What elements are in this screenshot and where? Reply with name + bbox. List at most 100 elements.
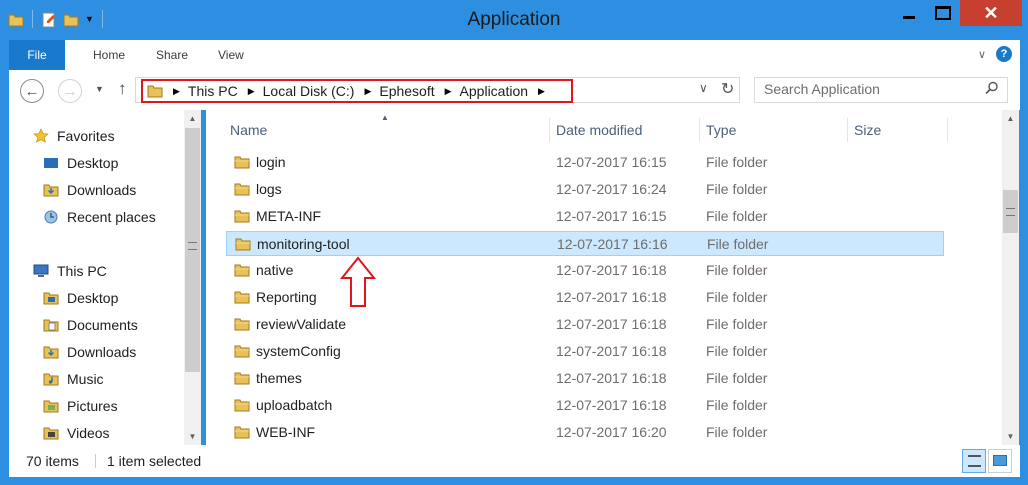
nav-pc-downloads[interactable]: Downloads — [43, 340, 136, 364]
folder-icon — [234, 208, 250, 224]
tab-view[interactable]: View — [218, 48, 244, 62]
refresh-icon[interactable]: ↻ — [721, 79, 734, 99]
item-count: 70 items — [26, 453, 79, 469]
address-dropdown-icon[interactable]: ∨ — [699, 81, 708, 95]
table-row[interactable]: uploadbatch 12-07-2017 16:18 File folder — [226, 393, 944, 418]
column-header-name[interactable]: Name — [224, 118, 550, 142]
file-type: File folder — [707, 236, 769, 252]
file-type: File folder — [706, 397, 768, 413]
star-icon — [33, 128, 49, 144]
explorer-window: ▼ Application ✕ File Home Share View ∨ ?… — [0, 0, 1028, 485]
nav-item-label: Recent places — [67, 209, 156, 225]
nav-item-label: Desktop — [67, 290, 119, 306]
forward-arrow-icon: → — [62, 82, 78, 100]
column-header-size[interactable]: Size — [848, 118, 948, 142]
nav-pc-desktop[interactable]: Desktop — [43, 286, 118, 310]
recent-places-icon — [43, 209, 59, 225]
expand-ribbon-icon[interactable]: ∨ — [978, 48, 986, 61]
forward-button[interactable]: → — [58, 79, 82, 103]
minimize-button[interactable] — [892, 0, 926, 26]
scrollbar-thumb[interactable] — [1003, 190, 1018, 233]
file-name: WEB-INF — [256, 424, 316, 440]
nav-pane-scrollbar[interactable]: ▲ ▼ — [184, 110, 201, 445]
desktop-folder-icon — [43, 290, 59, 306]
breadcrumb: ▶ This PC ▶ Local Disk (C:) ▶ Ephesoft ▶… — [141, 79, 573, 103]
scrollbar-thumb[interactable] — [185, 128, 200, 372]
folder-icon — [235, 236, 251, 252]
file-name: login — [256, 154, 286, 170]
back-button[interactable]: ← — [20, 79, 44, 103]
file-list-scrollbar[interactable]: ▲ ▼ — [1002, 110, 1019, 445]
breadcrumb-separator-icon[interactable]: ▶ — [173, 86, 180, 97]
table-row[interactable]: login 12-07-2017 16:15 File folder — [226, 150, 944, 175]
nav-favorites-desktop[interactable]: Desktop — [43, 151, 118, 175]
table-row[interactable]: META-INF 12-07-2017 16:15 File folder — [226, 204, 944, 229]
close-button[interactable]: ✕ — [960, 0, 1022, 26]
scroll-down-icon[interactable]: ▼ — [1002, 428, 1019, 445]
file-date: 12-07-2017 16:18 — [556, 262, 667, 278]
minimize-icon — [903, 15, 915, 19]
folder-icon — [234, 343, 250, 359]
search-input[interactable]: Search Application — [754, 77, 1008, 103]
breadcrumb-ephesoft[interactable]: Ephesoft — [379, 83, 434, 99]
title-bar: ▼ Application ✕ — [0, 0, 1028, 40]
column-header-date[interactable]: Date modified — [550, 118, 700, 142]
table-row[interactable]: native 12-07-2017 16:18 File folder — [226, 258, 944, 283]
scroll-down-icon[interactable]: ▼ — [184, 428, 201, 445]
file-type: File folder — [706, 316, 768, 332]
nav-favorites-label: Favorites — [57, 128, 115, 144]
status-divider — [95, 454, 96, 468]
table-row[interactable]: Reporting 12-07-2017 16:18 File folder — [226, 285, 944, 310]
table-row[interactable]: logs 12-07-2017 16:24 File folder — [226, 177, 944, 202]
maximize-button[interactable] — [926, 0, 960, 26]
folder-icon — [234, 289, 250, 305]
breadcrumb-this-pc[interactable]: This PC — [188, 83, 238, 99]
breadcrumb-separator-icon[interactable]: ▶ — [538, 86, 545, 97]
search-icon — [985, 81, 999, 98]
nav-pc-videos[interactable]: Videos — [43, 421, 110, 445]
file-date: 12-07-2017 16:18 — [556, 343, 667, 359]
large-icons-view-button[interactable] — [988, 449, 1012, 473]
table-row[interactable]: systemConfig 12-07-2017 16:18 File folder — [226, 339, 944, 364]
nav-this-pc[interactable]: This PC — [33, 259, 107, 283]
folder-icon — [234, 370, 250, 386]
annotation-arrow — [340, 256, 376, 307]
nav-favorites-downloads[interactable]: Downloads — [43, 178, 136, 202]
tab-home[interactable]: Home — [93, 48, 125, 62]
breadcrumb-separator-icon[interactable]: ▶ — [248, 86, 255, 97]
file-date: 12-07-2017 16:18 — [556, 289, 667, 305]
address-row: ← → ▼ ↑ ∨ ↻ ▶ This PC ▶ Local Disk (C:) … — [9, 70, 1020, 110]
column-header-type[interactable]: Type — [700, 118, 848, 142]
help-icon[interactable]: ? — [996, 46, 1012, 62]
nav-favorites-recent[interactable]: Recent places — [43, 205, 156, 229]
up-arrow-icon[interactable]: ↑ — [118, 79, 127, 99]
file-date: 12-07-2017 16:18 — [556, 397, 667, 413]
folder-icon — [234, 316, 250, 332]
file-type: File folder — [706, 262, 768, 278]
computer-icon — [33, 263, 49, 279]
breadcrumb-application[interactable]: Application — [460, 83, 529, 99]
details-view-button[interactable] — [962, 449, 986, 473]
nav-pc-pictures[interactable]: Pictures — [43, 394, 118, 418]
breadcrumb-local-disk[interactable]: Local Disk (C:) — [263, 83, 355, 99]
recent-locations-icon[interactable]: ▼ — [95, 84, 104, 94]
file-type: File folder — [706, 181, 768, 197]
folder-icon — [234, 397, 250, 413]
table-row[interactable]: themes 12-07-2017 16:18 File folder — [226, 366, 944, 391]
scroll-up-icon[interactable]: ▲ — [184, 110, 201, 127]
nav-pc-music[interactable]: Music — [43, 367, 104, 391]
table-row[interactable]: WEB-INF 12-07-2017 16:20 File folder — [226, 420, 944, 445]
nav-pc-documents[interactable]: Documents — [43, 313, 138, 337]
breadcrumb-separator-icon[interactable]: ▶ — [364, 86, 371, 97]
tab-file[interactable]: File — [9, 40, 65, 70]
tab-share[interactable]: Share — [156, 48, 188, 62]
table-row[interactable]: monitoring-tool 12-07-2017 16:16 File fold… — [226, 231, 944, 256]
table-row[interactable]: reviewValidate 12-07-2017 16:18 File folde… — [226, 312, 944, 337]
nav-favorites[interactable]: Favorites — [33, 124, 115, 148]
nav-item-label: Desktop — [67, 155, 119, 171]
status-bar: 70 items 1 item selected — [9, 445, 1020, 477]
scroll-up-icon[interactable]: ▲ — [1002, 110, 1019, 127]
breadcrumb-separator-icon[interactable]: ▶ — [445, 86, 452, 97]
file-date: 12-07-2017 16:15 — [556, 154, 667, 170]
nav-item-label: Videos — [67, 425, 110, 441]
